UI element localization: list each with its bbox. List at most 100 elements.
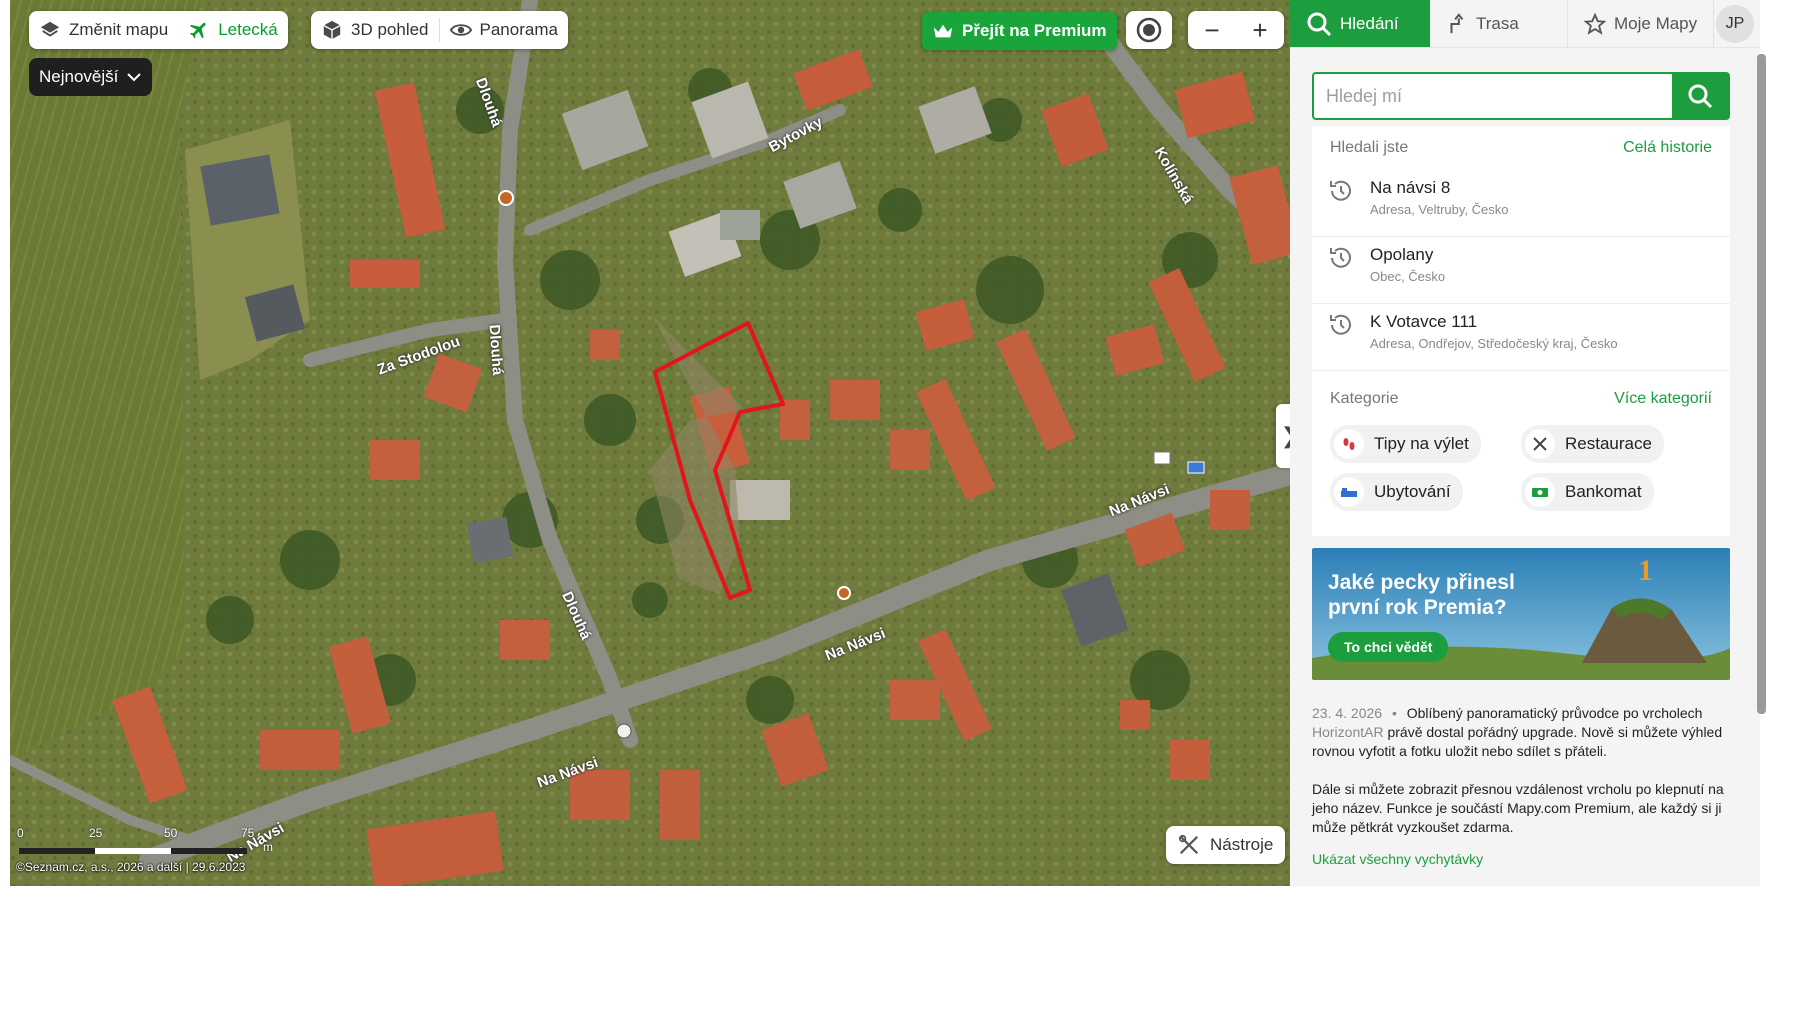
aerial-imagery[interactable] (10, 0, 1304, 886)
locate-me-button[interactable] (1126, 11, 1172, 49)
cutlery-icon (1525, 429, 1555, 459)
crown-icon (933, 24, 953, 38)
map-view[interactable]: Bytovky Kolínská Dlouhá Dlouhá Dlouhá Za… (10, 0, 1304, 886)
panorama-label: Panorama (479, 20, 558, 39)
news-paragraph: Dále si můžete zobrazit přesnou vzdáleno… (1312, 781, 1724, 835)
more-categories-link[interactable]: Více kategorií (1614, 390, 1712, 408)
history-item-subtitle: Obec, Česko (1370, 269, 1446, 284)
promo-cta-button[interactable]: To chci vědět (1328, 632, 1449, 662)
tab-my-maps[interactable]: Moje Mapy (1568, 0, 1715, 47)
search-icon (1688, 84, 1713, 109)
tools-button[interactable]: Nástroje (1166, 826, 1286, 864)
target-icon (1136, 17, 1162, 43)
categories-header: Kategorie Více kategorií (1312, 377, 1730, 421)
user-avatar[interactable]: JP (1716, 5, 1754, 43)
news-text: Oblíbený panoramatický průvodce po vrcho… (1406, 705, 1703, 721)
category-atm[interactable]: Bankomat (1521, 473, 1654, 511)
sort-dropdown[interactable]: Nejnovější (29, 58, 153, 96)
categories-heading: Kategorie (1330, 390, 1399, 407)
history-icon (1330, 247, 1351, 268)
search-box (1312, 72, 1730, 120)
star-icon (1584, 12, 1606, 35)
scale-tick-0: 0 (17, 826, 24, 840)
panorama-button[interactable]: Panorama (440, 11, 568, 49)
3d-view-button[interactable]: 3D pohled (311, 11, 439, 49)
history-item[interactable]: K Votavce 111 Adresa, Ondřejov, Středočes… (1312, 304, 1730, 371)
banknote-icon (1525, 477, 1555, 507)
view-mode-control: 3D pohled Panorama (311, 11, 568, 49)
bed-icon (1334, 477, 1364, 507)
tools-icon (1178, 834, 1199, 855)
sort-label: Nejnovější (39, 67, 119, 86)
zoom-out-button[interactable]: − (1188, 11, 1236, 49)
promo-badge: 1 (1638, 554, 1653, 587)
news-bullet: • (1391, 705, 1397, 721)
history-header: Hledali jste Celá historie (1312, 126, 1730, 170)
history-card: Hledali jste Celá historie Na návsi 8 Adr… (1312, 126, 1730, 536)
layers-icon (40, 21, 60, 37)
scale-tick-75: 75 (241, 826, 255, 840)
aerial-label: Letecká (218, 20, 278, 39)
history-item-subtitle: Adresa, Veltruby, Česko (1370, 202, 1509, 217)
category-trip-tips[interactable]: Tipy na výlet (1330, 425, 1481, 463)
tab-search[interactable]: Hledání (1290, 0, 1430, 47)
scale-unit: m (263, 840, 273, 854)
promo-title: Jaké pecky přinesl první rok Premia? (1328, 571, 1515, 619)
history-item[interactable]: Na návsi 8 Adresa, Veltruby, Česko (1312, 170, 1730, 237)
category-accommodation[interactable]: Ubytování (1330, 473, 1463, 511)
news-inline-link[interactable]: HorizontAR (1312, 724, 1384, 740)
category-label: Bankomat (1565, 482, 1642, 501)
map-type-control: Změnit mapu Letecká (29, 11, 288, 49)
change-map-label: Změnit mapu (69, 20, 169, 39)
zoom-control: − + (1188, 11, 1284, 49)
cube-icon (323, 20, 341, 40)
search-input[interactable] (1314, 74, 1672, 118)
search-submit-button[interactable] (1672, 74, 1728, 118)
history-item-title: K Votavce 111 (1370, 312, 1478, 331)
footprints-icon (1334, 429, 1364, 459)
road-label-dlouha-mid: Dlouhá (485, 323, 507, 376)
history-icon (1330, 180, 1351, 201)
map-copyright: ©Seznam.cz, a.s., 2026 a další | 29.6.20… (16, 860, 246, 874)
tab-route[interactable]: Trasa (1430, 0, 1568, 47)
aerial-button[interactable]: Letecká (178, 11, 288, 49)
history-heading: Hledali jste (1330, 139, 1409, 156)
show-all-features-link[interactable]: Ukázat všechny vychytávky (1312, 850, 1732, 869)
news-date: 23. 4. 2026 (1312, 705, 1383, 721)
tools-label: Nástroje (1210, 835, 1274, 854)
airplane-icon (190, 22, 206, 39)
mapy-app: Bytovky Kolínská Dlouhá Dlouhá Dlouhá Za… (0, 0, 1800, 1013)
history-item[interactable]: Opolany Obec, Česko (1312, 237, 1730, 304)
sidebar-scrollbar[interactable] (1757, 54, 1766, 714)
premium-label: Přejít na Premium (962, 21, 1107, 40)
premium-promo-banner[interactable]: 1 Jaké pecky přinesl první rok Premia? T… (1312, 548, 1730, 680)
tab-search-label: Hledání (1340, 13, 1399, 33)
history-item-title: Opolany (1370, 245, 1434, 264)
scale-segment-light (95, 848, 171, 854)
sidebar-panel: Hledali jste Celá historie Na návsi 8 Adr… (1290, 48, 1760, 886)
history-icon (1330, 314, 1351, 335)
zoom-in-button[interactable]: + (1236, 11, 1284, 49)
scale-segment-dark (19, 848, 95, 854)
eye-icon (449, 24, 472, 36)
top-navigation: Hledání Trasa Moje Mapy JP (1290, 0, 1760, 48)
scale-tick-50: 50 (164, 826, 178, 840)
scale-tick-25: 25 (89, 826, 103, 840)
chevron-down-icon (127, 73, 142, 82)
scale-segment-dark (171, 848, 247, 854)
premium-button[interactable]: Přejít na Premium (922, 12, 1117, 50)
category-label: Restaurace (1565, 434, 1652, 453)
change-map-button[interactable]: Změnit mapu (29, 11, 178, 49)
category-restaurants[interactable]: Restaurace (1521, 425, 1664, 463)
category-label: Tipy na výlet (1374, 434, 1469, 453)
history-item-subtitle: Adresa, Ondřejov, Středočeský kraj, Česk… (1370, 336, 1618, 351)
category-label: Ubytování (1374, 482, 1451, 501)
tab-route-label: Trasa (1476, 13, 1519, 33)
history-all-link[interactable]: Celá historie (1623, 139, 1712, 157)
news-paragraph: 23. 4. 2026 • Oblíbený panoramatický prů… (1312, 704, 1732, 761)
scale-bar: 0 25 50 75 m (17, 826, 273, 864)
news-feed: 23. 4. 2026 • Oblíbený panoramatický prů… (1312, 704, 1732, 869)
route-icon (1450, 12, 1464, 33)
tab-my-maps-label: Moje Mapy (1614, 13, 1698, 33)
history-item-title: Na návsi 8 (1370, 178, 1451, 197)
